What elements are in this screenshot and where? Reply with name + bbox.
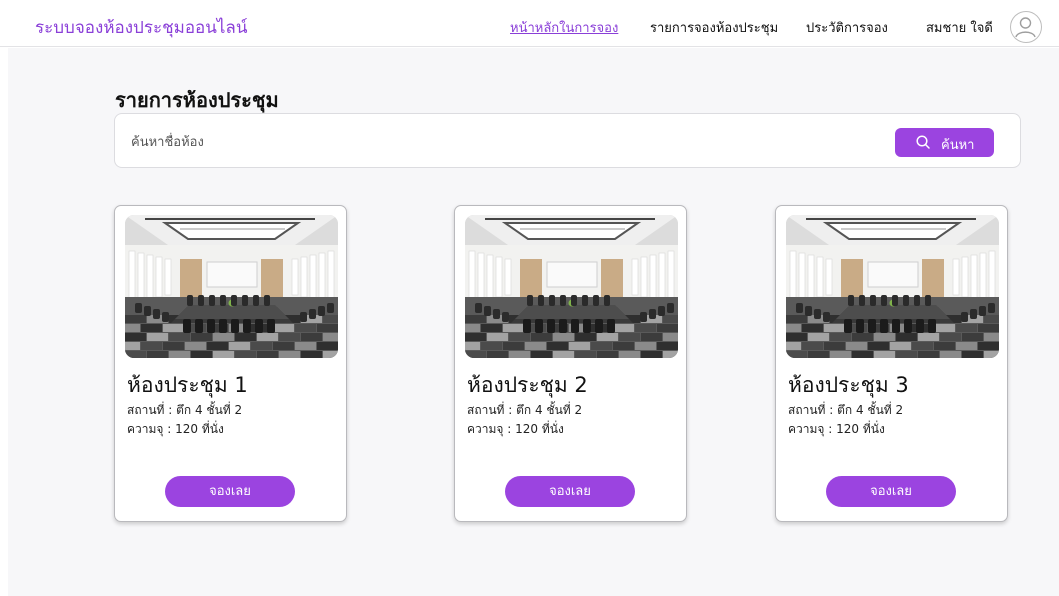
room-card-2: ห้องประชุม 2 สถานที่ : ตึก 4 ชั้นที่ 2 ค… bbox=[454, 205, 687, 522]
room-location: สถานที่ : ตึก 4 ชั้นที่ 2 bbox=[788, 403, 904, 417]
conference-room-photo bbox=[125, 215, 338, 358]
user-avatar-icon[interactable] bbox=[1010, 11, 1042, 43]
room-capacity: ความจุ : 120 ที่นั่ง bbox=[788, 422, 885, 436]
room-name: ห้องประชุม 3 bbox=[788, 373, 909, 397]
book-now-button[interactable]: จองเลย bbox=[505, 476, 635, 507]
room-capacity: ความจุ : 120 ที่นั่ง bbox=[467, 422, 564, 436]
room-location: สถานที่ : ตึก 4 ชั้นที่ 2 bbox=[127, 403, 243, 417]
search-icon bbox=[916, 135, 930, 149]
room-card-3: ห้องประชุม 3 สถานที่ : ตึก 4 ชั้นที่ 2 ค… bbox=[775, 205, 1008, 522]
nav-link-home-booking[interactable]: หน้าหลักในการจอง bbox=[510, 17, 618, 38]
top-navbar: ระบบจองห้องประชุมออนไลน์ หน้าหลักในการจอ… bbox=[0, 0, 1059, 47]
search-bar: ค้นหา bbox=[114, 113, 1021, 168]
conference-room-photo bbox=[465, 215, 678, 358]
search-button-label: ค้นหา bbox=[941, 138, 975, 153]
user-avatar-glyph bbox=[1015, 17, 1036, 38]
nav-link-booking-history[interactable]: ประวัติการจอง bbox=[806, 17, 888, 38]
room-card-1: ห้องประชุม 1 สถานที่ : ตึก 4 ชั้นที่ 2 ค… bbox=[114, 205, 347, 522]
user-name[interactable]: สมชาย ใจดี bbox=[926, 17, 993, 38]
book-now-button[interactable]: จองเลย bbox=[826, 476, 956, 507]
conference-room-photo bbox=[786, 215, 999, 358]
search-button[interactable]: ค้นหา bbox=[895, 128, 994, 157]
room-name: ห้องประชุม 1 bbox=[127, 373, 248, 397]
search-input[interactable] bbox=[131, 132, 831, 152]
room-location: สถานที่ : ตึก 4 ชั้นที่ 2 bbox=[467, 403, 583, 417]
room-capacity: ความจุ : 120 ที่นั่ง bbox=[127, 422, 224, 436]
room-name: ห้องประชุม 2 bbox=[467, 373, 588, 397]
page-title: รายการห้องประชุม bbox=[115, 88, 279, 112]
nav-link-booking-list[interactable]: รายการจองห้องประชุม bbox=[650, 17, 778, 38]
brand-title[interactable]: ระบบจองห้องประชุมออนไลน์ bbox=[35, 14, 247, 41]
book-now-button[interactable]: จองเลย bbox=[165, 476, 295, 507]
